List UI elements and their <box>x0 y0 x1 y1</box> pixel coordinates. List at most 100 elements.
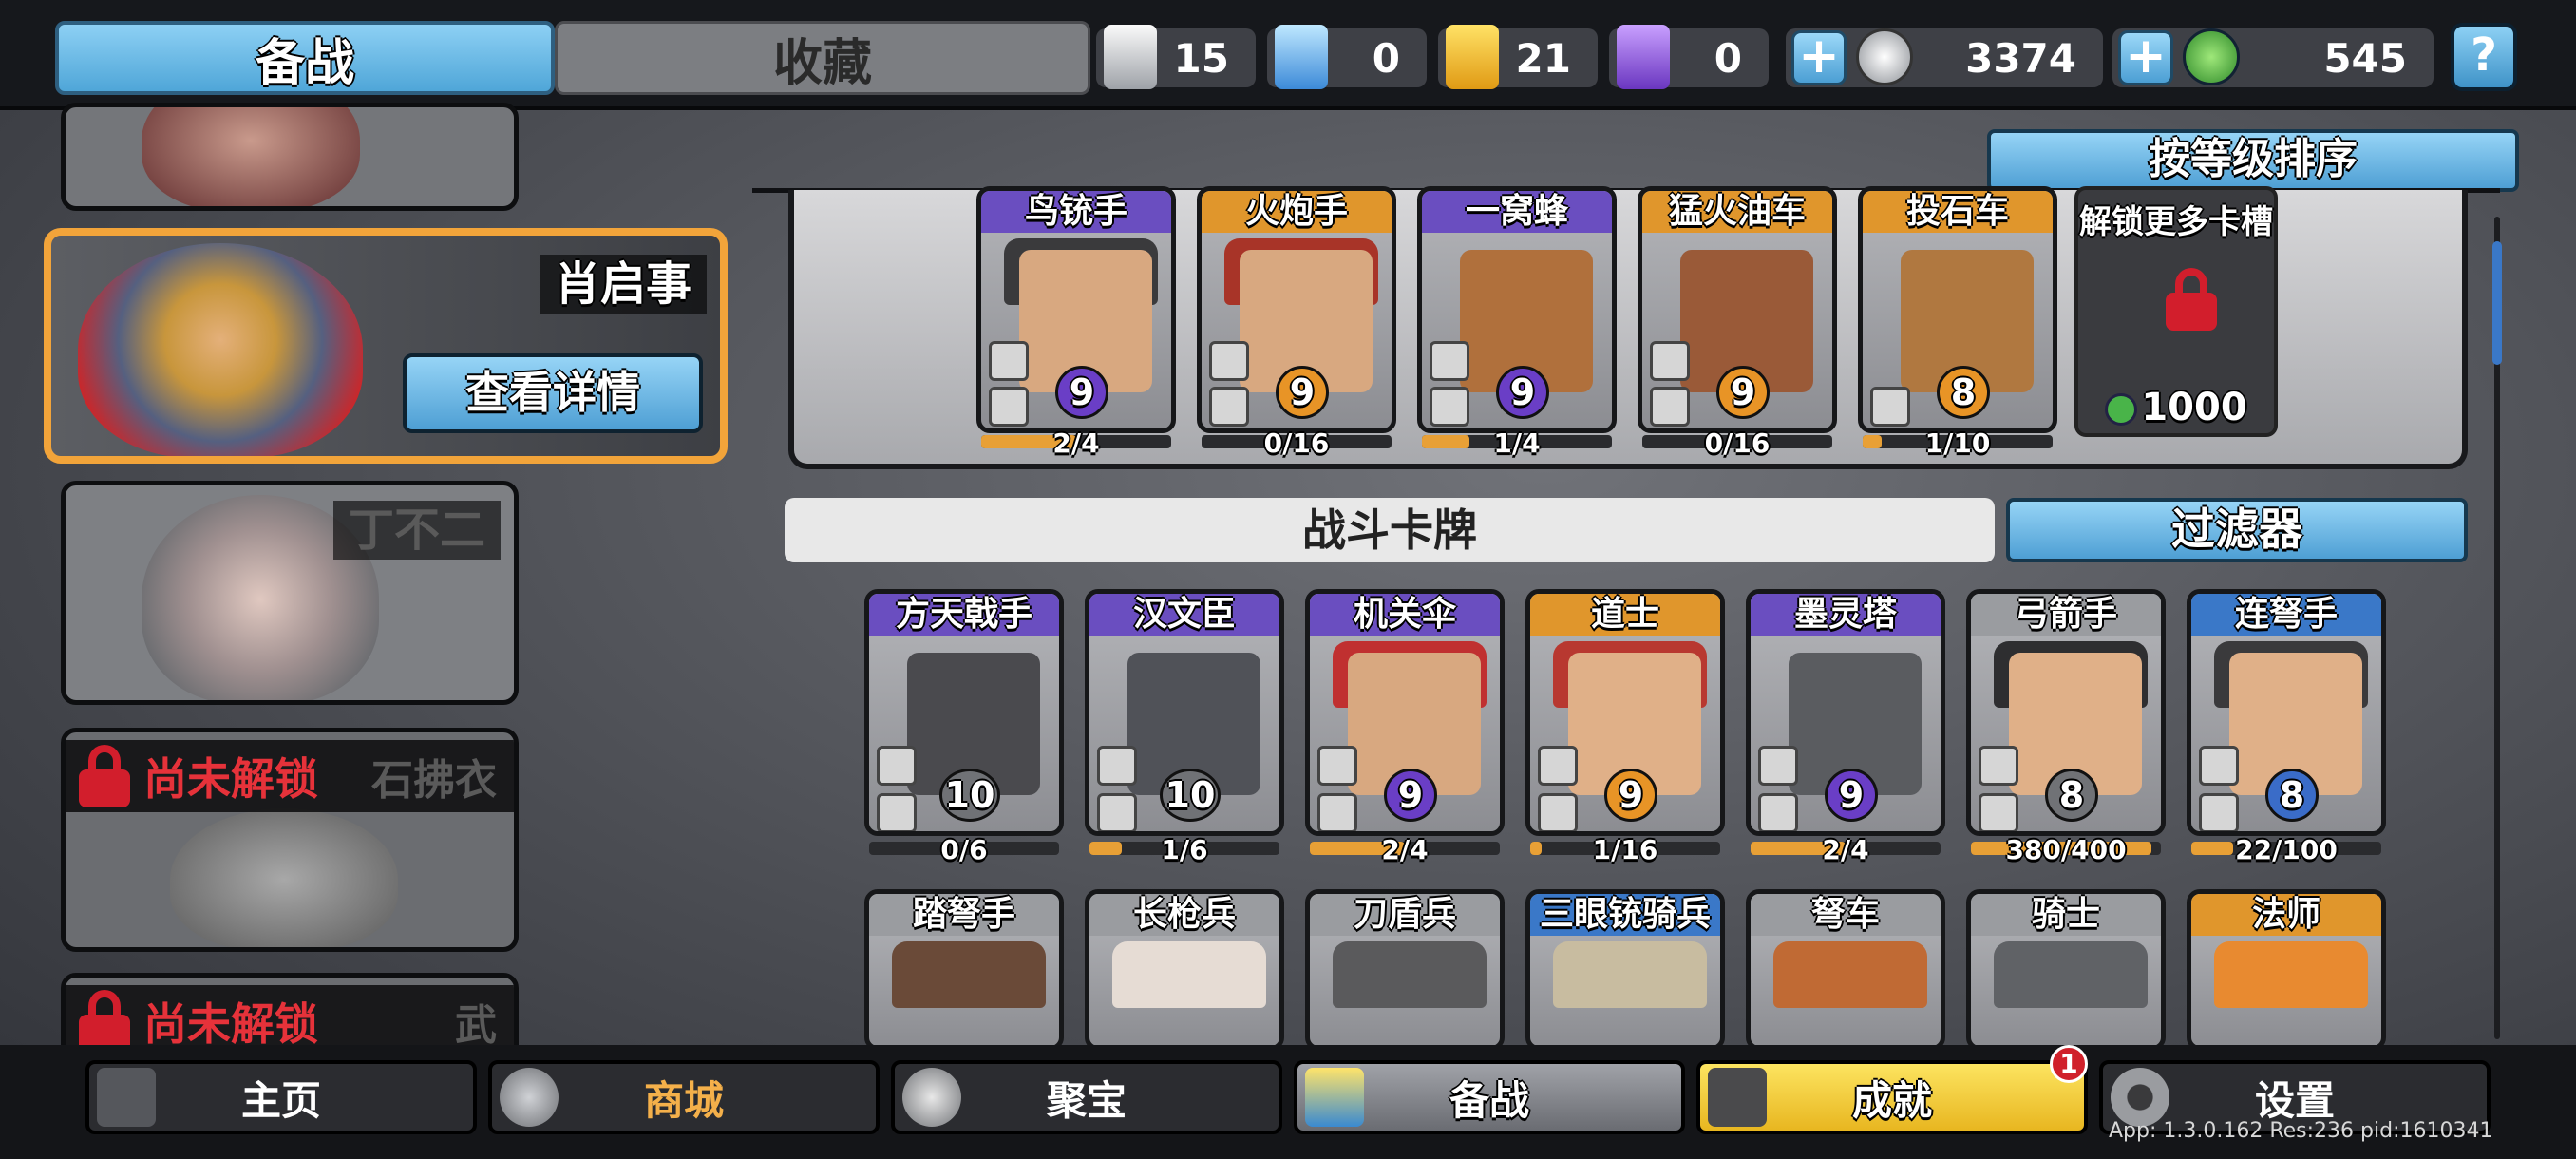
unit-hat <box>1553 941 1707 1008</box>
resource-value: 21 <box>1515 34 1571 82</box>
hero-name: 丁不二 <box>332 501 501 560</box>
battle-card[interactable]: 弓箭手 8 <box>1966 589 2166 836</box>
skill-icon <box>1538 746 1578 786</box>
card-name: 长枪兵 <box>1089 894 1279 936</box>
skill-icon <box>1650 341 1690 381</box>
nav-home[interactable]: 主页 <box>85 1060 477 1134</box>
deck-card[interactable]: 一窝蜂 9 <box>1417 186 1617 433</box>
blue-crystal-icon <box>1275 25 1328 89</box>
tab-collection[interactable]: 收藏 <box>555 21 1090 95</box>
skill-icon <box>1430 387 1469 427</box>
deck-card[interactable]: 鸟铳手 9 <box>976 186 1176 433</box>
sort-by-level-button[interactable]: 按等级排序 <box>1987 129 2519 192</box>
hero-card-dingbuer[interactable]: 丁不二 <box>61 481 519 705</box>
card-name: 火炮手 <box>1202 191 1392 233</box>
skill-icon <box>2199 746 2239 786</box>
unlock-slot-title: 解锁更多卡槽 <box>2079 203 2273 241</box>
deck-card[interactable]: 猛火油车 9 <box>1638 186 1837 433</box>
hero-name: 肖启事 <box>539 255 707 314</box>
tab-prep[interactable]: 备战 <box>55 21 555 95</box>
unit-hat <box>1333 941 1487 1008</box>
battle-card[interactable]: 弩车 <box>1746 889 1945 1051</box>
skill-icon <box>1650 387 1690 427</box>
battle-card[interactable]: 刀盾兵 <box>1305 889 1505 1051</box>
locked-banner: 尚未解锁 石拂衣 <box>66 740 514 812</box>
battle-card[interactable]: 连弩手 8 <box>2187 589 2386 836</box>
skill-icon <box>877 746 917 786</box>
progress-text: 380/400 <box>2005 834 2127 865</box>
lock-icon <box>2166 268 2217 331</box>
level-badge: 9 <box>1496 366 1549 419</box>
deck-card[interactable]: 投石车 8 <box>1858 186 2057 433</box>
nav-label: 设置 <box>2254 1076 2335 1124</box>
progress-text: 2/4 <box>1381 834 1429 865</box>
app-version-info: App: 1.3.0.162 Res:236 pid:1610341 <box>2109 1119 2493 1143</box>
skill-icon <box>1430 341 1469 381</box>
lock-icon <box>79 990 130 1053</box>
skill-icon <box>1758 746 1798 786</box>
skill-icon <box>1979 793 2018 831</box>
card-name: 骑士 <box>1971 894 2161 936</box>
skill-icon <box>877 793 917 831</box>
battle-card[interactable]: 机关伞 9 <box>1305 589 1505 836</box>
nav-treasure[interactable]: 聚宝 <box>891 1060 1282 1134</box>
nav-label: 聚宝 <box>1046 1076 1127 1124</box>
battle-card[interactable]: 踏弩手 <box>864 889 1064 1051</box>
hero-card-locked[interactable]: 尚未解锁 石拂衣 <box>61 728 519 952</box>
card-name: 猛火油车 <box>1642 191 1832 233</box>
nav-prep[interactable]: 备战 <box>1294 1060 1685 1134</box>
nav-achievements[interactable]: 成就 <box>1696 1060 2088 1134</box>
level-badge: 8 <box>1937 366 1990 419</box>
lock-icon <box>79 745 130 808</box>
skill-icon <box>1209 387 1249 427</box>
filter-button[interactable]: 过滤器 <box>2006 498 2468 562</box>
card-name: 墨灵塔 <box>1751 594 1941 636</box>
hero-card-top[interactable] <box>61 103 519 211</box>
view-details-button[interactable]: 查看详情 <box>403 353 703 433</box>
card-name: 投石车 <box>1863 191 2053 233</box>
nav-shop[interactable]: 商城 <box>488 1060 880 1134</box>
treasure-bowl-icon <box>902 1068 961 1127</box>
add-silver-coin-button[interactable]: + <box>1791 30 1847 86</box>
resource-value: 3374 <box>1965 34 2076 82</box>
scrollbar-thumb[interactable] <box>2492 241 2502 365</box>
skill-icon <box>1097 746 1137 786</box>
card-name: 汉文臣 <box>1089 594 1279 636</box>
hero-card-selected[interactable]: 肖启事 查看详情 <box>44 228 728 464</box>
level-badge: 9 <box>1604 769 1657 822</box>
level-badge: 9 <box>1055 366 1108 419</box>
help-button[interactable]: ? <box>2451 23 2517 91</box>
skill-icon <box>1979 746 2018 786</box>
battle-card[interactable]: 方天戟手 10 <box>864 589 1064 836</box>
card-name: 一窝蜂 <box>1422 191 1612 233</box>
battle-card[interactable]: 墨灵塔 9 <box>1746 589 1945 836</box>
unit-hat <box>1773 941 1927 1008</box>
battle-card[interactable]: 骑士 <box>1966 889 2166 1051</box>
battle-card[interactable]: 长枪兵 <box>1085 889 1284 1051</box>
progress-text: 0/6 <box>940 834 988 865</box>
unit-hat <box>1994 941 2148 1008</box>
card-name: 弩车 <box>1751 894 1941 936</box>
battle-card[interactable]: 法师 <box>2187 889 2386 1051</box>
nav-label: 备战 <box>1449 1076 1529 1124</box>
unit-hat <box>892 941 1046 1008</box>
progress-text: 1/6 <box>1161 834 1208 865</box>
add-jade-coin-button[interactable]: + <box>2118 30 2173 86</box>
resource-value: 0 <box>1714 34 1742 82</box>
skill-icon <box>1209 341 1249 381</box>
deck-card[interactable]: 火炮手 9 <box>1197 186 1396 433</box>
battle-card[interactable]: 道士 9 <box>1525 589 1725 836</box>
skill-icon <box>2199 793 2239 831</box>
battle-card[interactable]: 三眼铳骑兵 <box>1525 889 1725 1051</box>
level-badge: 10 <box>939 769 1000 822</box>
skill-icon <box>1758 793 1798 831</box>
card-name: 刀盾兵 <box>1310 894 1500 936</box>
hero-portrait <box>142 107 360 206</box>
card-name: 法师 <box>2191 894 2381 936</box>
resource-value: 545 <box>2323 34 2407 82</box>
battle-card[interactable]: 汉文臣 10 <box>1085 589 1284 836</box>
unlock-slot-button[interactable]: 解锁更多卡槽 1000 <box>2074 186 2278 437</box>
level-badge: 8 <box>2265 769 2319 822</box>
card-name: 鸟铳手 <box>981 191 1171 233</box>
locked-label: 尚未解锁 <box>143 998 318 1050</box>
